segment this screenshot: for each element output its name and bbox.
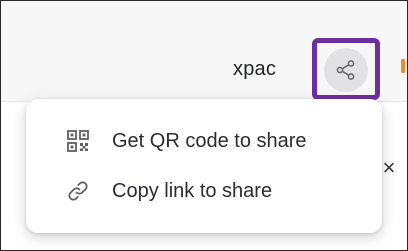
- qr-code-icon: [65, 128, 91, 154]
- menu-item-qr-code-label: Get QR code to share: [112, 129, 307, 152]
- close-icon: ×: [382, 155, 396, 180]
- project-name: xpac: [233, 58, 277, 80]
- menu-item-copy-link-label: Copy link to share: [112, 179, 273, 202]
- menu-item-qr-code[interactable]: Get QR code to share: [26, 121, 382, 161]
- project-header: xpac: [1, 1, 407, 102]
- share-button-highlight: [312, 38, 380, 100]
- link-icon: [65, 178, 91, 204]
- menu-item-copy-link[interactable]: Copy link to share: [26, 171, 382, 211]
- share-menu: Get QR code to share Copy link to share: [26, 99, 382, 233]
- app-frame: xpac × Get QR code to share Copy link to…: [0, 0, 408, 251]
- orange-status-marker: [401, 59, 405, 73]
